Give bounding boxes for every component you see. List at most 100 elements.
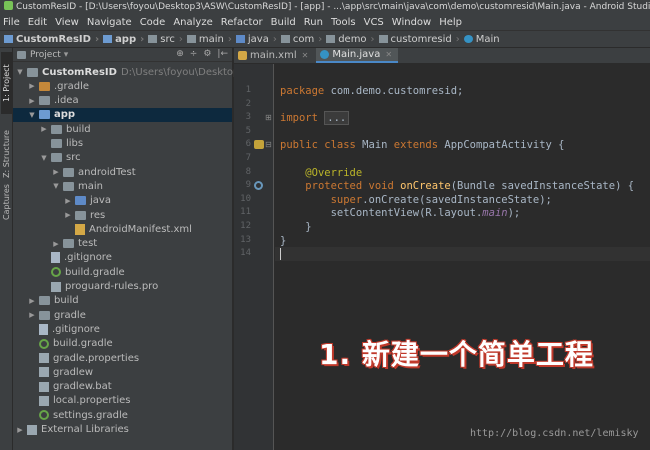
tree-item[interactable]: ▶ External Libraries (16, 423, 129, 437)
line-number: 12 (240, 221, 251, 231)
tree-item[interactable]: ▶ gradle (28, 308, 86, 322)
expand-right-icon[interactable]: ▶ (28, 82, 36, 90)
expand-right-icon[interactable]: ▶ (16, 426, 24, 434)
editor-tab-main-java[interactable]: Main.java ✕ (316, 48, 399, 63)
file-icon (39, 367, 49, 378)
expand-right-icon[interactable]: ▶ (52, 240, 60, 248)
tree-item[interactable]: ▶ androidTest (52, 165, 135, 179)
line-number: 1 (245, 85, 251, 95)
menu-tools[interactable]: Tools (331, 17, 356, 28)
breadcrumb-main[interactable]: Main (463, 34, 500, 45)
menu-help[interactable]: Help (439, 17, 462, 28)
tree-item[interactable]: ▼ app (13, 107, 232, 122)
menu-vcs[interactable]: VCS (364, 17, 384, 28)
expand-right-icon[interactable]: ▶ (64, 211, 72, 219)
menu-file[interactable]: File (3, 17, 20, 28)
expand-down-icon[interactable]: ▼ (16, 68, 24, 76)
code-line[interactable]: @Override (280, 166, 362, 180)
menu-view[interactable]: View (55, 17, 79, 28)
expand-right-icon[interactable]: ▶ (28, 97, 36, 105)
override-method-icon[interactable] (254, 181, 263, 191)
menu-edit[interactable]: Edit (28, 17, 47, 28)
tree-item[interactable]: ▶ build (28, 294, 78, 308)
captures-tool-tab[interactable]: Captures (1, 176, 12, 228)
menu-build[interactable]: Build (271, 17, 296, 28)
code-line[interactable]: } (280, 234, 286, 248)
gear-icon[interactable]: ⚙ (203, 49, 211, 59)
expand-right-icon[interactable]: ▶ (64, 197, 72, 205)
code-line[interactable]: import ... (280, 111, 350, 126)
breadcrumb-java[interactable]: java › (235, 34, 277, 45)
menu-navigate[interactable]: Navigate (87, 17, 132, 28)
tree-item[interactable]: ▶ res (64, 208, 105, 222)
chevron-right-icon: › (94, 33, 100, 45)
tree-item[interactable]: AndroidManifest.xml (64, 222, 192, 236)
editor-tab-main-xml[interactable]: main.xml ✕ (234, 48, 314, 63)
folder-icon (63, 167, 74, 177)
code-editor[interactable]: 1 2 3 5 6 7 8 9 10 11 12 13 14 ⊞ ⊟ package com.demo.cu… (234, 64, 650, 450)
tree-item[interactable]: ▼ main (52, 179, 103, 193)
fold-icon[interactable]: ⊟ (265, 140, 272, 149)
code-line[interactable]: protected void onCreate(Bundle savedInst… (280, 179, 634, 193)
tree-item[interactable]: ▶ java (64, 194, 111, 208)
expand-down-icon[interactable]: ▼ (52, 182, 60, 190)
project-tool-tab[interactable]: 1: Project (1, 52, 12, 114)
close-icon[interactable]: ✕ (385, 50, 392, 59)
tree-item[interactable]: build.gradle (40, 265, 125, 279)
breadcrumb-customresid[interactable]: customresid › (378, 34, 460, 45)
project-folder-icon (17, 50, 26, 59)
tree-item[interactable]: .gitignore (40, 251, 112, 265)
code-line[interactable]: public class Main extends AppCompatActiv… (280, 138, 565, 152)
tree-item[interactable]: gradlew.bat (28, 380, 112, 394)
expand-right-icon[interactable]: ▶ (28, 311, 36, 319)
tree-item[interactable]: settings.gradle (28, 408, 128, 422)
tree-item[interactable]: ▶ test (52, 237, 97, 251)
expand-right-icon[interactable]: ▶ (28, 297, 36, 305)
tree-item[interactable]: ▶ .idea (28, 94, 78, 108)
tree-item[interactable]: .gitignore (28, 322, 100, 336)
expand-right-icon[interactable]: ▶ (52, 168, 60, 176)
window-title-bar: CustomResID - [D:\Users\foyou\Desktop3\A… (0, 0, 650, 14)
tree-item[interactable]: libs (40, 137, 83, 151)
close-icon[interactable]: ✕ (302, 51, 309, 60)
breadcrumb-customresid[interactable]: CustomResID › (4, 34, 99, 45)
window-title: CustomResID - [D:\Users\foyou\Desktop3\A… (16, 2, 650, 12)
editor-tabs: main.xml ✕ Main.java ✕ (234, 48, 650, 64)
tree-item[interactable]: ▶ .gradle (28, 79, 89, 93)
breadcrumb-app[interactable]: app › (103, 34, 144, 45)
menu-refactor[interactable]: Refactor (221, 17, 263, 28)
tree-item[interactable]: gradlew (28, 365, 93, 379)
tree-item[interactable]: ▼ src (40, 151, 80, 165)
expand-right-icon[interactable]: ▶ (40, 125, 48, 133)
breadcrumb-main[interactable]: main › (186, 34, 232, 45)
tree-item[interactable]: build.gradle (28, 337, 113, 351)
menu-window[interactable]: Window (392, 17, 431, 28)
breadcrumb-demo[interactable]: demo › (326, 34, 375, 45)
tree-item[interactable]: local.properties (28, 394, 131, 408)
breadcrumb-src[interactable]: src › (148, 34, 183, 45)
code-line[interactable]: super.onCreate(savedInstanceState); (280, 193, 552, 207)
expand-down-icon[interactable]: ▼ (40, 154, 48, 162)
android-activity-icon[interactable] (254, 140, 264, 150)
chevron-down-icon[interactable]: ▾ (64, 50, 69, 60)
breadcrumb-com[interactable]: com › (280, 34, 322, 45)
menu-code[interactable]: Code (140, 17, 166, 28)
code-line[interactable]: package com.demo.customresid; (280, 84, 463, 98)
fold-icon[interactable]: ⊞ (265, 113, 272, 122)
menu-analyze[interactable]: Analyze (173, 17, 212, 28)
collapse-icon[interactable]: ÷ (190, 49, 198, 59)
sync-icon[interactable]: ⊕ (176, 49, 184, 59)
code-line[interactable]: } (280, 220, 311, 234)
menu-run[interactable]: Run (304, 17, 323, 28)
tree-item[interactable]: proguard-rules.pro (40, 280, 158, 294)
hide-panel-icon[interactable]: |← (217, 49, 228, 59)
folder-icon (148, 35, 158, 43)
tree-item-label: gradlew (53, 366, 94, 378)
expand-down-icon[interactable]: ▼ (28, 111, 36, 119)
code-line[interactable]: setContentView(R.layout.main); (280, 206, 521, 220)
tree-item[interactable]: gradle.properties (28, 351, 139, 365)
project-panel-header[interactable]: Project ▾ ⊕ ÷ ⚙ |← (13, 48, 232, 62)
left-tool-stripe: 1: Project Z: Structure Captures (0, 48, 13, 450)
file-icon (51, 281, 61, 292)
tree-item[interactable]: ▶ build (40, 122, 90, 136)
